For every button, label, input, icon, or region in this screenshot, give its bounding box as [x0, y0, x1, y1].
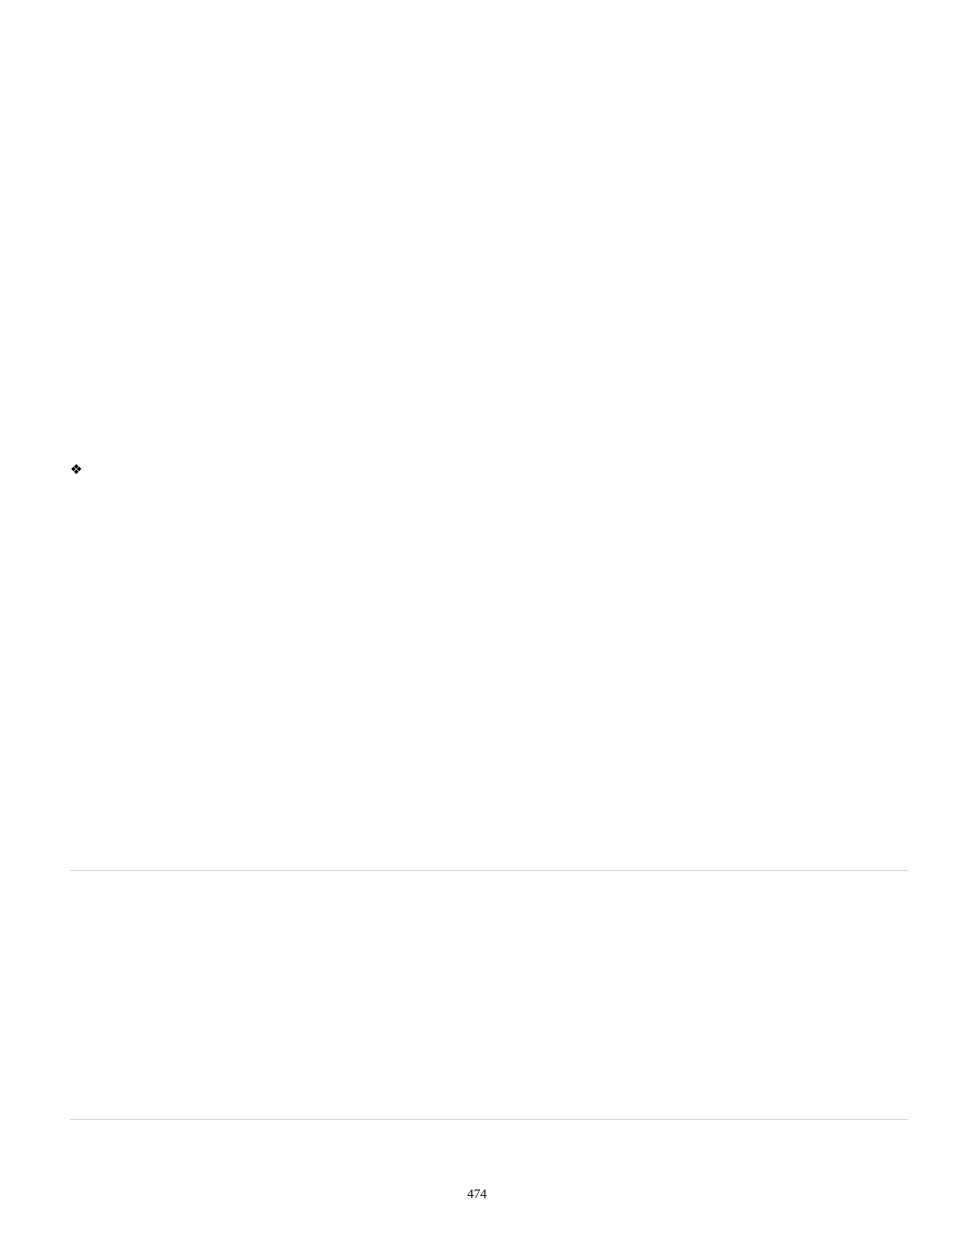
horizontal-rule — [70, 1119, 908, 1120]
horizontal-rule — [70, 870, 908, 871]
page-number: 474 — [0, 1186, 954, 1202]
bullet-diamond-icon: ❖ — [70, 464, 83, 478]
